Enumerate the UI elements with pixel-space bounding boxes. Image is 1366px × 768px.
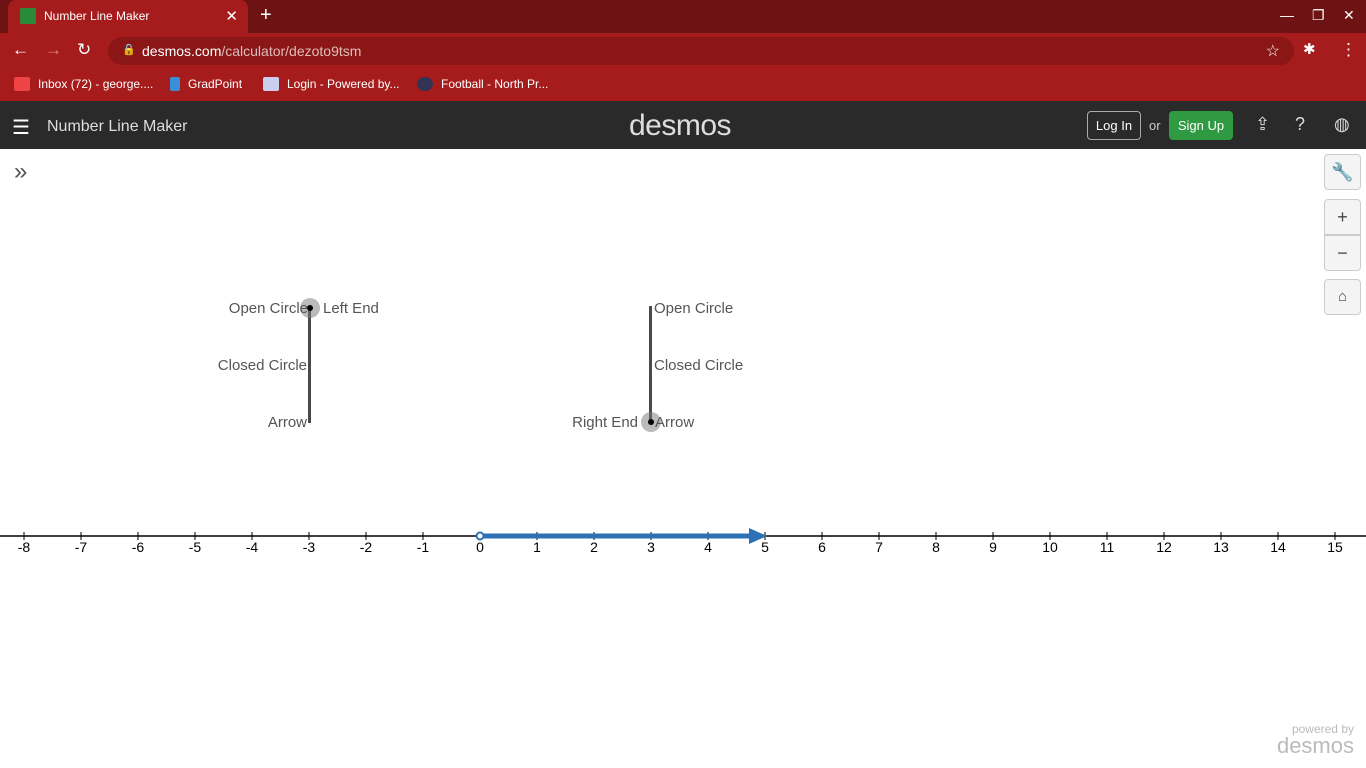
bookmark-label: GradPoint — [188, 77, 243, 91]
graph-title: Number Line Maker — [47, 118, 188, 135]
bookmark-label: Inbox (72) - george.... — [38, 77, 154, 91]
axis-tick-label: 13 — [1213, 539, 1229, 555]
browser-menu-icon[interactable]: ⋮ — [1340, 40, 1357, 60]
signup-button[interactable]: Sign Up — [1169, 111, 1233, 140]
axis-tick-label: 3 — [647, 539, 655, 555]
powered-by-logo: desmos — [1276, 733, 1354, 758]
axis-tick-label: 12 — [1156, 539, 1172, 555]
desmos-logo: desmos — [629, 109, 732, 142]
axis-tick-label: -4 — [246, 539, 259, 555]
url-path: /calculator/dezoto9tsm — [221, 43, 362, 59]
browser-tab[interactable]: Number Line Maker ✕ — [8, 0, 248, 33]
language-globe-icon[interactable]: ◍ — [1334, 114, 1350, 135]
bookmark-football[interactable]: Football - North Pr... — [417, 77, 548, 91]
bookmark-inbox[interactable]: Inbox (72) - george.... — [14, 77, 153, 91]
or-text: or — [1149, 118, 1161, 133]
forward-icon[interactable]: → — [45, 40, 62, 60]
browser-tab-bar: Number Line Maker ✕ + — ❐ ✕ — [0, 0, 1366, 33]
left-end-selector-line — [308, 306, 311, 423]
hamburger-menu-icon[interactable]: ☰ — [12, 115, 30, 140]
left-closed-circle-label: Closed Circle — [217, 357, 307, 374]
graph-settings-wrench-icon[interactable]: 🔧 — [1324, 154, 1361, 190]
axis-tick-label: 8 — [932, 539, 940, 555]
powered-by-desmos: powered by desmos — [1276, 722, 1354, 758]
axis-tick-label: 11 — [1100, 539, 1115, 555]
axis-tick-label: 0 — [476, 539, 484, 555]
axis-tick-label: -5 — [189, 539, 202, 555]
browser-toolbar: ← → ↻ 🔒 desmos.com/calculator/dezoto9tsm… — [0, 33, 1366, 69]
axis-tick-label: 2 — [590, 539, 598, 555]
help-icon[interactable]: ? — [1295, 114, 1305, 135]
reload-icon[interactable]: ↻ — [77, 40, 91, 60]
axis-tick-label: 5 — [761, 539, 769, 555]
bookmark-star-icon[interactable]: ☆ — [1266, 41, 1280, 61]
football-site-icon — [417, 77, 433, 91]
axis-tick-label: 1 — [533, 539, 541, 555]
bookmarks-bar: Inbox (72) - george.... GradPoint Login … — [0, 69, 1366, 101]
tab-close-icon[interactable]: ✕ — [225, 7, 238, 25]
axis-tick-label: -1 — [417, 539, 430, 555]
interval-start-open-circle — [475, 531, 485, 541]
login-site-icon — [263, 77, 279, 91]
url-host: desmos.com — [142, 43, 222, 59]
left-open-circle-label: Open Circle — [228, 300, 308, 317]
new-tab-icon[interactable]: + — [260, 4, 272, 27]
extensions-icon[interactable]: ✱ — [1303, 40, 1316, 58]
right-closed-circle-label: Closed Circle — [654, 357, 744, 374]
zoom-out-button[interactable]: − — [1324, 235, 1361, 271]
bookmark-login[interactable]: Login - Powered by... — [263, 77, 400, 91]
axis-tick-label: -7 — [75, 539, 88, 555]
url-text: desmos.com/calculator/dezoto9tsm — [142, 43, 361, 59]
right-open-circle-label: Open Circle — [654, 300, 734, 317]
axis-tick-label: 10 — [1042, 539, 1058, 555]
zoom-in-button[interactable]: + — [1324, 199, 1361, 235]
default-view-home-icon[interactable]: ⌂ — [1324, 279, 1361, 315]
desmos-favicon-icon — [20, 8, 36, 24]
address-bar[interactable]: 🔒 desmos.com/calculator/dezoto9tsm ☆ — [108, 37, 1294, 65]
axis-tick-label: 7 — [875, 539, 883, 555]
axis-tick-label: 6 — [818, 539, 826, 555]
number-line[interactable]: -8 -7 -6 -5 -4 -3 -2 -1 0 1 2 3 4 5 6 7 8 9 10 11 12 13 14 15 — [0, 520, 1366, 560]
desmos-header: ☰ Number Line Maker desmos Log In or Sig… — [0, 101, 1366, 149]
axis-tick-label: -6 — [132, 539, 145, 555]
axis-tick-label: -3 — [303, 539, 316, 555]
share-icon[interactable]: ⇪ — [1255, 114, 1270, 135]
axis-tick-label: -2 — [360, 539, 373, 555]
gradpoint-icon — [170, 77, 180, 91]
left-arrow-label: Arrow — [267, 414, 307, 431]
bookmark-label: Login - Powered by... — [287, 77, 400, 91]
tab-title: Number Line Maker — [44, 9, 150, 23]
bookmark-label: Football - North Pr... — [441, 77, 549, 91]
right-end-point — [648, 419, 654, 425]
right-end-label: Right End — [572, 414, 638, 431]
right-arrow-label: Arrow — [655, 414, 695, 431]
left-end-label: Left End — [323, 300, 379, 317]
axis-tick-label: 9 — [989, 539, 997, 555]
expand-expressions-icon[interactable]: » — [14, 158, 27, 186]
bookmark-gradpoint[interactable]: GradPoint — [170, 77, 242, 91]
axis-tick-label: 14 — [1270, 539, 1286, 555]
lock-icon: 🔒 — [122, 44, 136, 56]
axis-tick-label: -8 — [18, 539, 31, 555]
login-button[interactable]: Log In — [1087, 111, 1141, 140]
restore-icon[interactable]: ❐ — [1312, 7, 1325, 24]
window-close-icon[interactable]: ✕ — [1343, 7, 1355, 24]
gmail-icon — [14, 77, 30, 91]
minimize-icon[interactable]: — — [1280, 7, 1294, 23]
axis-tick-label: 4 — [704, 539, 712, 555]
back-icon[interactable]: ← — [12, 40, 29, 60]
right-end-selector-line — [649, 306, 652, 423]
axis-tick-label: 15 — [1327, 539, 1343, 555]
